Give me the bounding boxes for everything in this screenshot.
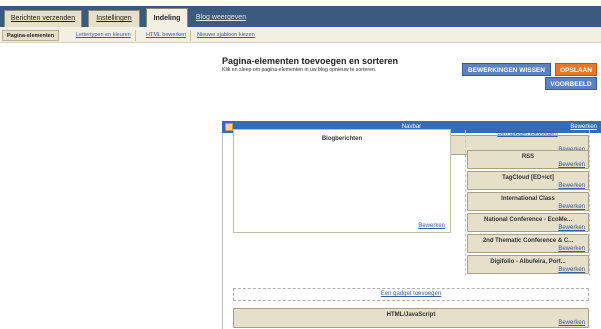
sidebar-widget-title: 2nd Thematic Conference & C... — [482, 238, 574, 244]
sidebar-widget-national-conference[interactable]: National Conference - EcoMe... Bewerken — [467, 213, 589, 232]
sidebar-widget-title: RSS — [521, 154, 535, 160]
subtab-pagina-elementen[interactable]: Pagina-elementen — [2, 30, 60, 41]
sidebar-widget-edit-link[interactable]: Bewerken — [558, 204, 585, 210]
sidebar-widget-tagcloud[interactable]: TagCloud [ED+ict] Bewerken — [467, 171, 589, 190]
subtab-lettertypen[interactable]: Lettertypen en kleuren — [72, 30, 136, 41]
blog-posts-edit-link[interactable]: Bewerken — [418, 223, 445, 229]
sidebar-widget-edit-link[interactable]: Bewerken — [558, 267, 585, 273]
sidebar-widget-rss[interactable]: RSS Bewerken — [467, 150, 589, 169]
footer-html-widget[interactable]: HTML/JavaScript Bewerken — [233, 308, 589, 328]
top-tab-bar: Berichten verzenden Instellingen Indelin… — [0, 0, 601, 28]
sidebar-widget-title: National Conference - EcoMe... — [483, 217, 573, 223]
subtab-html-bewerken[interactable]: HTML bewerken — [142, 30, 192, 41]
sidebar-widget-edit-link[interactable]: Bewerken — [558, 162, 585, 168]
sidebar-widget-edit-link[interactable]: Bewerken — [558, 246, 585, 252]
sidebar-add-gadget-link[interactable]: Een gadget toevoegen — [466, 129, 589, 142]
footer-add-gadget-link[interactable]: Een gadget toevoegen — [233, 288, 589, 301]
tab-blog-weergeven[interactable]: Blog weergeven — [192, 10, 250, 27]
blog-posts-title: Blogberichten — [321, 136, 363, 142]
sidebar-widget-thematic-conference[interactable]: 2nd Thematic Conference & C... Bewerken — [467, 234, 589, 253]
sidebar-widget-edit-link[interactable]: Bewerken — [558, 225, 585, 231]
tab-berichten-verzenden[interactable]: Berichten verzenden — [4, 10, 82, 27]
tab-indeling[interactable]: Indeling — [146, 8, 188, 28]
tab-instellingen[interactable]: Instellingen — [88, 10, 140, 27]
footer-widget-edit-link[interactable]: Bewerken — [558, 320, 585, 326]
sidebar-widget-title: Digifolio - Albufeira, Port... — [490, 259, 566, 265]
page-subtitle: Klik en sleep om pagina-elementen in uw … — [222, 67, 377, 73]
sidebar-widget-title: International Class — [501, 196, 555, 202]
sidebar-widget-digifolio[interactable]: Digifolio - Albufeira, Port... Bewerken — [467, 255, 589, 274]
sub-tab-bar: Pagina-elementen Lettertypen en kleuren … — [0, 27, 601, 43]
save-button[interactable]: OPSLAAN — [555, 63, 597, 76]
clear-edits-button[interactable]: BEWERKINGEN WISSEN — [462, 63, 551, 76]
sidebar-widget-international-class[interactable]: International Class Bewerken — [467, 192, 589, 211]
preview-button[interactable]: VOORBEELD — [545, 77, 597, 90]
footer-widget-title: HTML/JavaScript — [386, 312, 436, 318]
subtab-nieuwe-sjabloon[interactable]: Nieuwe sjabloon kiezen — [193, 30, 259, 41]
sidebar-widget-title: TagCloud [ED+ict] — [502, 175, 554, 181]
sidebar-widget-edit-link[interactable]: Bewerken — [558, 183, 585, 189]
page-title: Pagina-elementen toevoegen en sorteren — [222, 56, 399, 66]
blog-posts-widget[interactable]: Blogberichten Bewerken — [233, 129, 451, 233]
